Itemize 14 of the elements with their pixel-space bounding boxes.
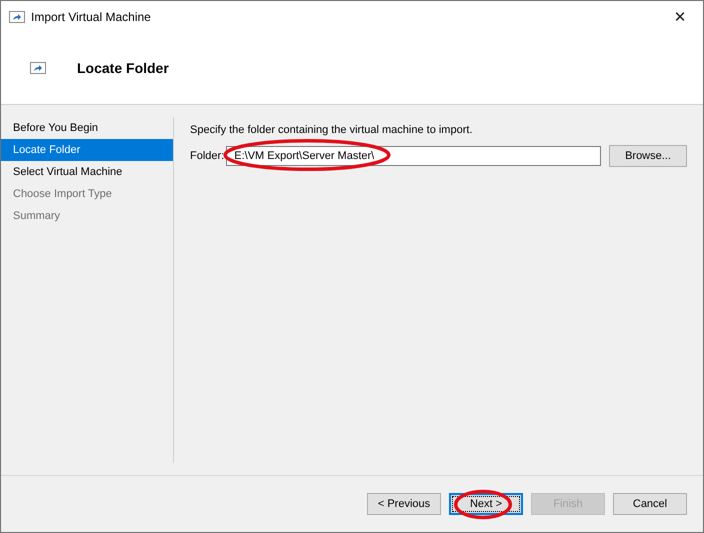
wizard-button[interactable]: < Previous xyxy=(367,493,441,515)
step-item[interactable]: Before You Begin xyxy=(1,117,173,139)
window-title: Import Virtual Machine xyxy=(31,10,152,24)
wizard-button[interactable]: Cancel xyxy=(613,493,687,515)
folder-label: Folder: xyxy=(190,150,224,162)
page-title: Locate Folder xyxy=(77,60,169,76)
step-item[interactable]: Select Virtual Machine xyxy=(1,161,173,183)
browse-button[interactable]: Browse... xyxy=(609,145,687,167)
close-button[interactable]: ✕ xyxy=(657,1,703,32)
import-icon xyxy=(30,62,46,74)
import-icon xyxy=(9,10,25,22)
instruction-text: Specify the folder containing the virtual machine to import. xyxy=(190,124,474,136)
step-item[interactable]: Locate Folder xyxy=(1,139,173,161)
folder-field[interactable]: E:\VM Export\Server Master\ xyxy=(226,146,601,166)
